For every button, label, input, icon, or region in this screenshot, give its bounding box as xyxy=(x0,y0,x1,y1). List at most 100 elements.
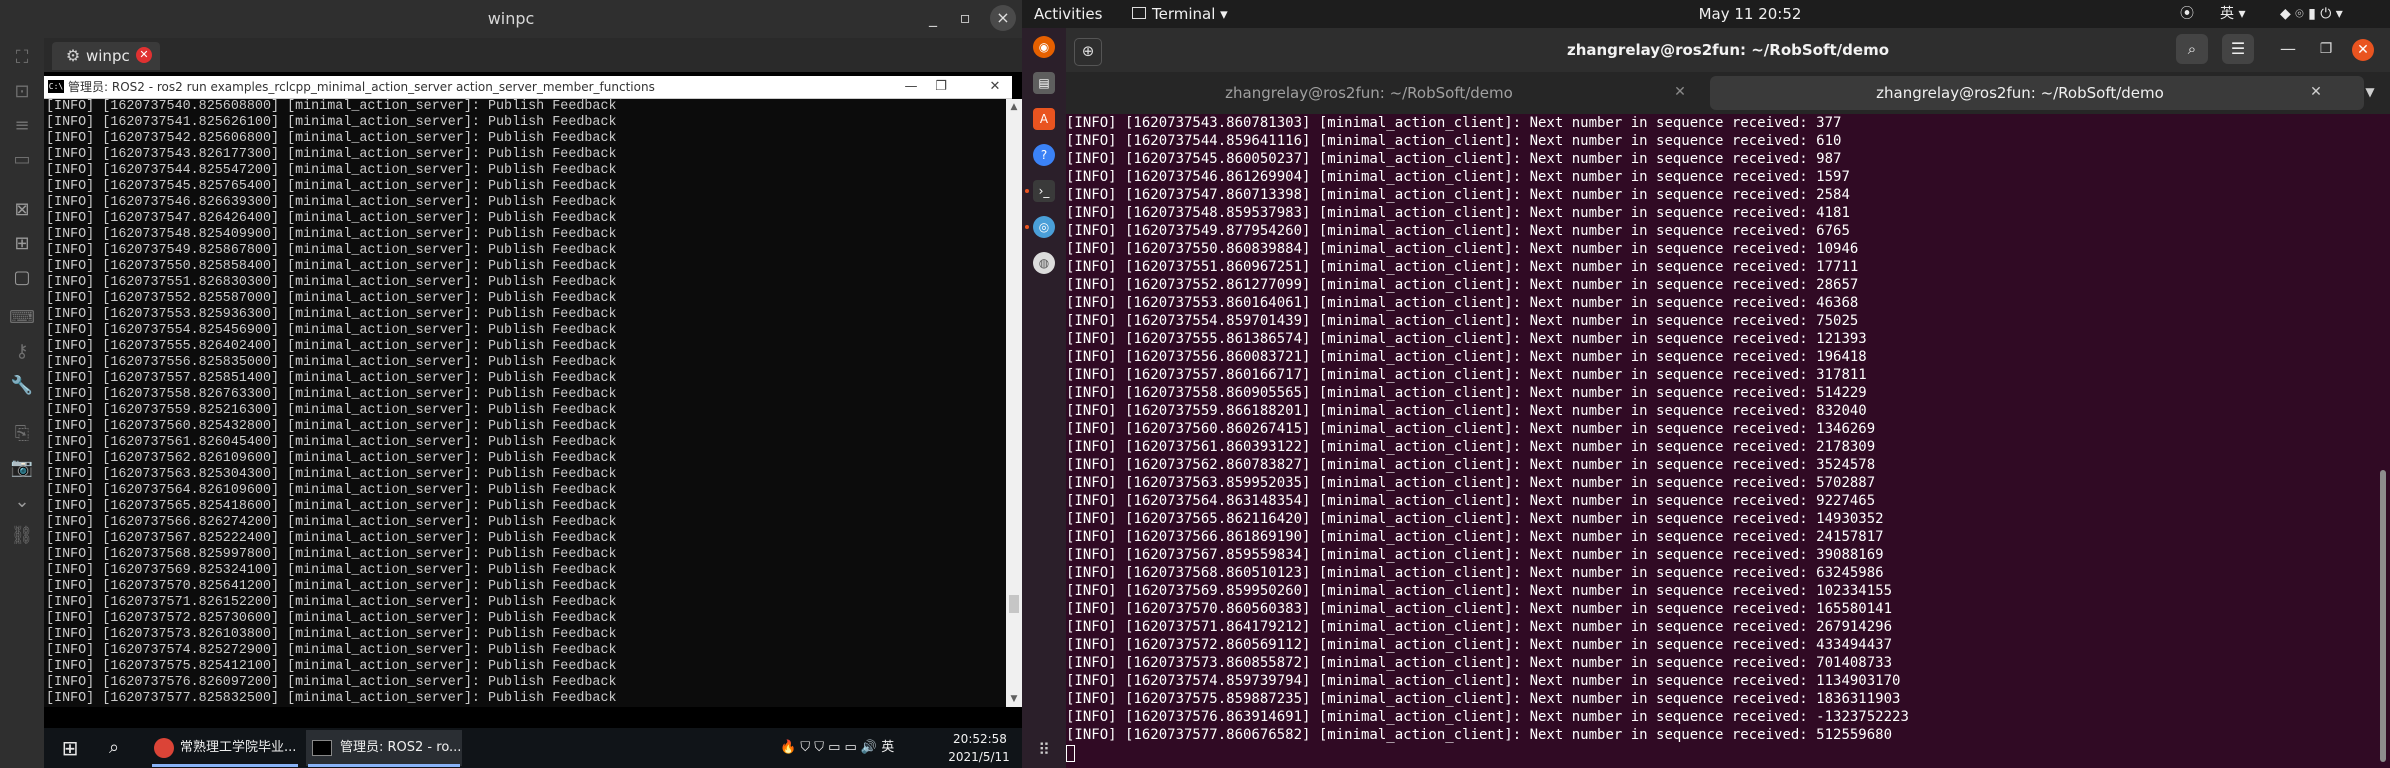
files-icon[interactable]: ▤ xyxy=(1033,72,1055,94)
firefox-icon[interactable]: ◉ xyxy=(1033,36,1055,58)
terminal-output-line: [INFO] [1620737569.859950260] [minimal_a… xyxy=(1066,583,1893,599)
rdp-tab-label: winpc xyxy=(86,47,130,65)
cmd-output-line: [INFO] [1620737576.826097200] [minimal_a… xyxy=(46,675,617,690)
cmd-scrollbar-thumb[interactable] xyxy=(1009,595,1019,613)
clipboard-icon[interactable]: ⎘ xyxy=(8,420,36,448)
cmd-close-button[interactable]: ✕ xyxy=(980,76,1010,98)
chevron-down-icon[interactable]: ⌄ xyxy=(8,488,36,516)
terminal-scrollbar[interactable] xyxy=(2380,470,2386,762)
terminal-output-line: [INFO] [1620737576.863914691] [minimal_a… xyxy=(1066,709,1909,725)
software-center-icon[interactable]: A xyxy=(1033,108,1055,130)
key-icon[interactable]: ⚷ xyxy=(8,338,36,366)
search-icon[interactable]: ⌕ xyxy=(98,732,130,764)
app-menu-terminal[interactable]: Terminal ▾ xyxy=(1152,0,1228,28)
cmd-output-line: [INFO] [1620737542.825606800] [minimal_a… xyxy=(46,131,617,146)
terminal-maximize-button[interactable]: ❐ xyxy=(2316,39,2336,59)
resize-icon[interactable]: ⊞ xyxy=(8,230,36,258)
terminal-tab-2-label: zhangrelay@ros2fun: ~/RobSoft/demo xyxy=(1876,84,2164,102)
accessibility-icon[interactable]: ⦿ xyxy=(2180,0,2194,28)
help-icon[interactable]: ? xyxy=(1033,144,1055,166)
cmd-minimize-button[interactable]: — xyxy=(896,76,926,98)
activities-button[interactable]: Activities xyxy=(1034,0,1102,28)
terminal-output-line: [INFO] [1620737556.860083721] [minimal_a… xyxy=(1066,349,1867,365)
new-tab-icon[interactable]: ⊕ xyxy=(1074,38,1102,66)
system-tray-icons[interactable]: 🔥 ⛉ ⛉ ▭ ▭ 🔊 英 xyxy=(780,730,894,766)
terminal-minimize-button[interactable]: — xyxy=(2278,39,2298,59)
remmina-icon[interactable]: ◎ xyxy=(1033,216,1055,238)
scale-icon[interactable]: ⊠ xyxy=(8,196,36,224)
cmd-output-line: [INFO] [1620737549.825867800] [minimal_a… xyxy=(46,243,617,258)
terminal-output-line: [INFO] [1620737552.861277099] [minimal_a… xyxy=(1066,277,1859,293)
cmd-output-line: [INFO] [1620737552.825587000] [minimal_a… xyxy=(46,291,617,306)
rdp-tab-close-icon[interactable]: ✕ xyxy=(136,47,152,63)
search-icon[interactable]: ⌕ xyxy=(2176,34,2208,64)
cmd-console-output[interactable]: [INFO] [1620737540.825608800] [minimal_a… xyxy=(44,99,1006,707)
terminal-tab-1-label: zhangrelay@ros2fun: ~/RobSoft/demo xyxy=(1225,84,1513,102)
wrench-icon[interactable]: 🔧 xyxy=(8,372,36,400)
rdp-tabbar xyxy=(44,38,1022,72)
cmd-line-list: [INFO] [1620737540.825608800] [minimal_a… xyxy=(46,99,617,707)
cmd-output-line: [INFO] [1620737561.826045400] [minimal_a… xyxy=(46,435,617,450)
terminal-output[interactable]: [INFO] [1620737543.860781303] [minimal_a… xyxy=(1066,114,2390,768)
terminal-output-line: [INFO] [1620737543.860781303] [minimal_a… xyxy=(1066,115,1842,131)
cmd-output-line: [INFO] [1620737543.826177300] [minimal_a… xyxy=(46,147,617,162)
cmd-output-line: [INFO] [1620737548.825409900] [minimal_a… xyxy=(46,227,617,242)
cmd-output-line: [INFO] [1620737556.825835000] [minimal_a… xyxy=(46,355,617,370)
cmd-output-line: [INFO] [1620737553.825936300] [minimal_a… xyxy=(46,307,617,322)
windows-start-icon[interactable]: ⊞ xyxy=(54,732,86,764)
cmd-output-line: [INFO] [1620737557.825851400] [minimal_a… xyxy=(46,371,617,386)
rdp-maximize-button[interactable]: ▫ xyxy=(952,5,978,31)
hamburger-menu-icon[interactable]: ☰ xyxy=(2222,34,2254,64)
disc-icon[interactable]: ◍ xyxy=(1033,252,1055,274)
fit-window-icon[interactable]: ⊡ xyxy=(8,78,36,106)
cmd-output-line: [INFO] [1620737547.826426400] [minimal_a… xyxy=(46,211,617,226)
cmd-output-line: [INFO] [1620737568.825997800] [minimal_a… xyxy=(46,547,617,562)
terminal-output-line: [INFO] [1620737573.860855872] [minimal_a… xyxy=(1066,655,1893,671)
rdp-minimize-button[interactable]: _ xyxy=(920,5,946,31)
terminal-tab-2-close-icon[interactable]: ✕ xyxy=(2306,82,2326,102)
terminal-output-line: [INFO] [1620737572.860569112] [minimal_a… xyxy=(1066,637,1893,653)
cmd-output-line: [INFO] [1620737565.825418600] [minimal_a… xyxy=(46,499,617,514)
list-icon[interactable]: ≡ xyxy=(8,112,36,140)
link-icon[interactable]: ⛓ xyxy=(8,522,36,550)
terminal-output-line: [INFO] [1620737559.866188201] [minimal_a… xyxy=(1066,403,1867,419)
terminal-output-line: [INFO] [1620737553.860164061] [minimal_a… xyxy=(1066,295,1859,311)
terminal-output-line: [INFO] [1620737567.859559834] [minimal_a… xyxy=(1066,547,1884,563)
terminal-close-button[interactable]: ✕ xyxy=(2352,39,2374,61)
taskbar-time[interactable]: 20:52:58 xyxy=(950,730,1010,748)
taskbar-app-chrome-label: 常熟理工学院毕业... xyxy=(180,740,297,755)
cmd-scrollbar[interactable] xyxy=(1006,99,1022,707)
tab-list-dropdown-icon[interactable]: ▼ xyxy=(2360,82,2380,102)
cmd-output-line: [INFO] [1620737577.825832500] [minimal_a… xyxy=(46,691,617,706)
input-method-indicator[interactable]: 英 ▾ xyxy=(2220,0,2245,28)
window-icon[interactable]: ▭ xyxy=(8,146,36,174)
display-icon[interactable]: ▢ xyxy=(8,264,36,292)
cmd-output-line: [INFO] [1620737550.825858400] [minimal_a… xyxy=(46,259,617,274)
taskbar-app-cmd-label: 管理员: ROS2 - ro... xyxy=(340,740,462,755)
cmd-output-line: [INFO] [1620737541.825626100] [minimal_a… xyxy=(46,115,617,130)
cmd-output-line: [INFO] [1620737573.826103800] [minimal_a… xyxy=(46,627,617,642)
scroll-up-icon[interactable]: ▲ xyxy=(1006,99,1022,115)
scroll-down-icon[interactable]: ▼ xyxy=(1006,691,1022,707)
keyboard-icon[interactable]: ⌨ xyxy=(8,304,36,332)
camera-icon[interactable]: 📷 xyxy=(8,454,36,482)
show-applications-icon[interactable]: ⠿ xyxy=(1034,740,1054,760)
terminal-output-line: [INFO] [1620737564.863148354] [minimal_a… xyxy=(1066,493,1876,509)
remmina-running-indicator xyxy=(1025,225,1029,229)
terminal-line-list: [INFO] [1620737543.860781303] [minimal_a… xyxy=(1066,114,1909,744)
gnome-clock[interactable]: May 11 20:52 xyxy=(1650,0,1850,28)
terminal-output-line: [INFO] [1620737547.860713398] [minimal_a… xyxy=(1066,187,1850,203)
cmd-window-title: 管理员: ROS2 - ros2 run examples_rclcpp_min… xyxy=(68,80,655,94)
terminal-dock-icon[interactable]: ›_ xyxy=(1033,180,1055,202)
taskbar-date[interactable]: 2021/5/11 xyxy=(946,748,1012,766)
fullscreen-icon[interactable]: ⛶ xyxy=(8,44,36,72)
cmd-maximize-button[interactable]: ❐ xyxy=(926,76,956,98)
terminal-output-line: [INFO] [1620737545.860050237] [minimal_a… xyxy=(1066,151,1842,167)
cmd-output-line: [INFO] [1620737567.825222400] [minimal_a… xyxy=(46,531,617,546)
terminal-tab-1-close-icon[interactable]: ✕ xyxy=(1670,82,1690,102)
terminal-output-line: [INFO] [1620737560.860267415] [minimal_a… xyxy=(1066,421,1876,437)
cmd-output-line: [INFO] [1620737569.825324100] [minimal_a… xyxy=(46,563,617,578)
terminal-output-line: [INFO] [1620737550.860839884] [minimal_a… xyxy=(1066,241,1859,257)
rdp-close-button[interactable]: × xyxy=(990,5,1016,31)
status-icons[interactable]: ◆ ⌾ ▮ ⏻ ▾ xyxy=(2280,0,2343,28)
